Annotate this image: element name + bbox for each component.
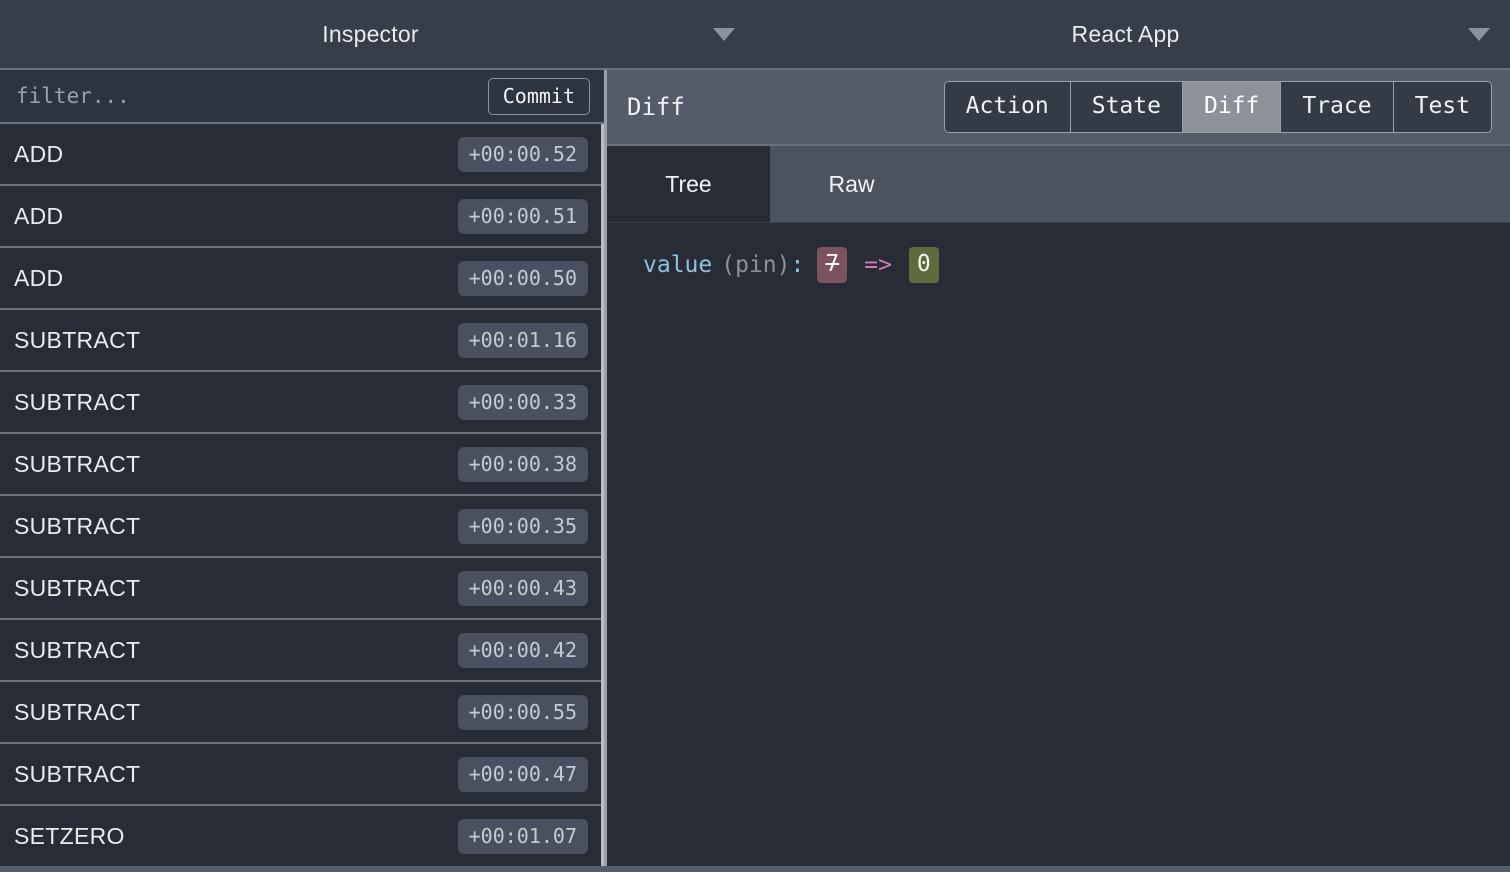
action-timestamp: +00:00.47	[457, 756, 588, 792]
diff-new-value: 0	[908, 247, 939, 283]
subtab-tree[interactable]: Tree	[607, 146, 770, 222]
tab-state[interactable]: State	[1070, 82, 1183, 132]
action-timestamp: +00:00.51	[457, 198, 588, 234]
action-name: SUBTRACT	[14, 698, 141, 725]
action-name: SUBTRACT	[14, 636, 141, 663]
action-row[interactable]: SUBTRACT +00:00.38	[0, 434, 604, 496]
action-name: SUBTRACT	[14, 450, 141, 477]
action-row[interactable]: SETZERO +00:01.07	[0, 806, 604, 866]
action-row[interactable]: SUBTRACT +00:00.47	[0, 744, 604, 806]
diff-content: value (pin) : 7 => 0	[607, 223, 1510, 866]
action-timestamp: +00:00.35	[457, 508, 588, 544]
diff-key: value	[643, 251, 713, 278]
tab-test[interactable]: Test	[1393, 82, 1491, 132]
action-timestamp: +00:01.07	[457, 818, 588, 854]
inspector-mode-label: Diff	[627, 93, 685, 121]
action-list[interactable]: ADD +00:00.52 ADD +00:00.51 ADD +00:00.50 SUBT…	[0, 124, 604, 866]
inspector-tabs: Action State Diff Trace Test	[943, 81, 1492, 133]
app-title: React App	[1071, 20, 1180, 47]
action-timestamp: +00:00.38	[457, 446, 588, 482]
diff-old-value: 7	[817, 247, 848, 283]
action-timestamp: +00:00.42	[457, 632, 588, 668]
action-row[interactable]: ADD +00:00.52	[0, 124, 604, 186]
action-timestamp: +00:00.55	[457, 694, 588, 730]
subtab-raw[interactable]: Raw	[770, 146, 933, 222]
redux-devtools-window: Inspector React App Commit	[0, 0, 1510, 872]
action-timestamp: +00:00.33	[457, 384, 588, 420]
action-row[interactable]: ADD +00:00.50	[0, 248, 604, 310]
diff-colon: :	[790, 251, 805, 278]
action-name: SUBTRACT	[14, 388, 141, 415]
action-timestamp: +00:01.16	[457, 322, 588, 358]
action-name: SUBTRACT	[14, 326, 141, 353]
action-name: SUBTRACT	[14, 574, 141, 601]
action-timestamp: +00:00.50	[457, 260, 588, 296]
main-body: Commit ADD +00:00.52 ADD +00:00.51 ADD +00:00…	[0, 70, 1510, 866]
action-timestamp: +00:00.52	[457, 136, 588, 172]
filter-input[interactable]	[16, 84, 488, 108]
bottom-strip	[0, 866, 1510, 872]
inspector-subtabs: Tree Raw	[607, 146, 1510, 223]
chevron-down-icon[interactable]	[1462, 27, 1510, 41]
tab-diff[interactable]: Diff	[1182, 82, 1282, 132]
inspector-title: Inspector	[322, 20, 419, 47]
commit-button[interactable]: Commit	[487, 77, 590, 115]
inspector-header-section: Inspector	[0, 0, 755, 68]
tab-action[interactable]: Action	[944, 82, 1071, 132]
action-list-pane: Commit ADD +00:00.52 ADD +00:00.51 ADD +00:00…	[0, 70, 607, 866]
filter-toolbar: Commit	[0, 70, 604, 124]
action-row[interactable]: SUBTRACT +00:00.33	[0, 372, 604, 434]
action-row[interactable]: SUBTRACT +00:00.43	[0, 558, 604, 620]
action-name: SUBTRACT	[14, 760, 141, 787]
action-name: ADD	[14, 202, 64, 229]
window-header: Inspector React App	[0, 0, 1510, 70]
diff-pin-label: (pin)	[721, 251, 791, 278]
action-list-scrollbar[interactable]	[601, 124, 604, 866]
action-timestamp: +00:00.43	[457, 570, 588, 606]
action-row[interactable]: SUBTRACT +00:00.42	[0, 620, 604, 682]
action-name: SUBTRACT	[14, 512, 141, 539]
tab-trace[interactable]: Trace	[1281, 82, 1394, 132]
action-row[interactable]: SUBTRACT +00:00.55	[0, 682, 604, 744]
inspector-pane: Diff Action State Diff Trace Test Tree Raw va…	[607, 70, 1510, 866]
inspector-toolbar: Diff Action State Diff Trace Test	[607, 70, 1510, 146]
action-name: ADD	[14, 140, 64, 167]
action-row[interactable]: ADD +00:00.51	[0, 186, 604, 248]
diff-row[interactable]: value (pin) : 7 => 0	[643, 247, 1510, 283]
action-row[interactable]: SUBTRACT +00:01.16	[0, 310, 604, 372]
action-name: SETZERO	[14, 822, 125, 849]
app-header-section: React App	[755, 0, 1510, 68]
action-row[interactable]: SUBTRACT +00:00.35	[0, 496, 604, 558]
action-name: ADD	[14, 264, 64, 291]
diff-arrow-icon: =>	[864, 251, 892, 278]
chevron-down-icon[interactable]	[707, 27, 755, 41]
